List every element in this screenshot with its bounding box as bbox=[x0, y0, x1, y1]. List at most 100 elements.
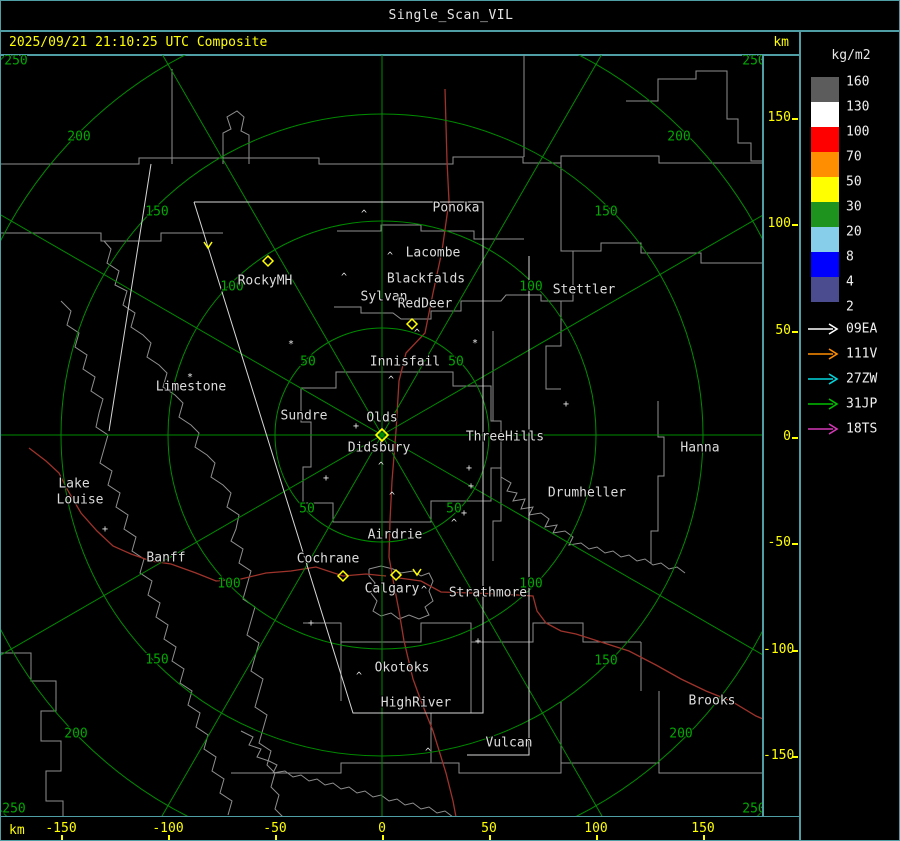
town-marker-plus: + bbox=[475, 636, 481, 647]
town-marker-caret: ^ bbox=[387, 251, 393, 262]
scan-timestamp: 2025/09/21 21:10:25 UTC Composite bbox=[9, 35, 268, 50]
county-boundary-line bbox=[222, 110, 250, 164]
y-axis-tick bbox=[792, 331, 798, 333]
radar-site-dot bbox=[380, 433, 384, 437]
town-marker-caret: ^ bbox=[388, 375, 394, 386]
town-marker-plus: + bbox=[353, 421, 359, 432]
radar-arrow-icon bbox=[808, 398, 839, 410]
y-axis-tick-label: -100 bbox=[763, 642, 795, 657]
town-marker-plus: + bbox=[468, 481, 474, 492]
scale-swatch bbox=[811, 252, 839, 277]
radar-id-label: 27ZW bbox=[846, 371, 878, 387]
y-axis-tick-label: 100 bbox=[767, 216, 791, 231]
ring-distance-label: 150 bbox=[145, 205, 168, 220]
y-axis-tick-label: 50 bbox=[775, 323, 791, 338]
city-label: Calgary bbox=[365, 582, 420, 597]
radar-arrow-icon bbox=[808, 348, 839, 360]
town-marker-plus: + bbox=[323, 473, 329, 484]
city-label: RockyMH bbox=[238, 274, 293, 289]
ring-distance-label: 250 bbox=[742, 55, 764, 69]
x-axis-tick bbox=[275, 835, 277, 840]
storm-cell-marker bbox=[261, 254, 275, 268]
y-axis-tick bbox=[792, 118, 798, 120]
scale-swatch bbox=[811, 152, 839, 177]
radial-spoke bbox=[162, 55, 383, 436]
x-axis-tick bbox=[703, 835, 705, 840]
town-marker-caret: ^ bbox=[451, 518, 457, 529]
scale-value-label: 70 bbox=[846, 149, 862, 165]
x-axis-tick bbox=[168, 835, 170, 840]
ring-distance-label: 150 bbox=[145, 653, 168, 668]
county-boundary-line bbox=[1, 652, 64, 817]
y-axis-unit-label: km bbox=[773, 35, 789, 50]
town-marker-caret: ^ bbox=[361, 209, 367, 220]
city-label: Didsbury bbox=[348, 441, 411, 456]
map-header: 2025/09/21 21:10:25 UTC Composite km bbox=[1, 32, 799, 54]
ring-distance-label: 100 bbox=[217, 577, 240, 592]
scale-value-label: 130 bbox=[846, 99, 870, 115]
county-boundary-line bbox=[626, 70, 763, 162]
city-label: Sundre bbox=[281, 409, 328, 424]
city-label: Lake bbox=[58, 477, 89, 492]
y-axis-tick bbox=[792, 756, 798, 758]
county-boundary-line bbox=[240, 730, 454, 817]
town-marker-asterisk: * bbox=[288, 339, 294, 350]
city-label: Drumheller bbox=[548, 486, 626, 501]
x-axis-tick-label: 0 bbox=[378, 821, 386, 836]
county-boundary-line bbox=[545, 163, 574, 390]
town-marker-plus: + bbox=[102, 524, 108, 535]
y-axis-tick-label: 0 bbox=[783, 429, 791, 444]
ring-distance-label: 100 bbox=[519, 280, 542, 295]
y-axis-tick-label: -50 bbox=[767, 535, 791, 550]
scale-swatch bbox=[811, 202, 839, 227]
title-bar: Single_Scan_VIL bbox=[1, 1, 899, 30]
ring-distance-label: 50 bbox=[299, 502, 315, 517]
radar-arrow-icon bbox=[808, 323, 839, 335]
scale-swatch bbox=[811, 77, 839, 102]
city-label: ThreeHills bbox=[466, 430, 544, 445]
ring-distance-label: 50 bbox=[300, 355, 316, 370]
county-boundary-line bbox=[561, 242, 763, 264]
city-label: Stettler bbox=[553, 283, 616, 298]
x-axis-unit-label: km bbox=[9, 823, 25, 838]
town-marker-plus: + bbox=[308, 618, 314, 629]
x-axis-tick bbox=[596, 835, 598, 840]
ring-distance-label: 250 bbox=[4, 55, 27, 69]
scale-min-label: 2 bbox=[846, 299, 854, 315]
x-axis: km -150 -100 -50 0 50 100 150 bbox=[1, 817, 799, 840]
radar-arrow-icon bbox=[808, 423, 839, 435]
legend-panel: kg/m2 160 130 100 70 50 30 20 8 4 2 09EA 111V 27ZW 3… bbox=[801, 32, 899, 840]
ring-distance-label: 50 bbox=[448, 355, 464, 370]
city-label: Innisfail bbox=[370, 355, 440, 370]
city-label: Lacombe bbox=[406, 246, 461, 261]
county-boundary-line bbox=[492, 331, 502, 561]
legend-units-label: kg/m2 bbox=[831, 48, 871, 63]
scale-value-label: 4 bbox=[846, 274, 854, 290]
window-title: Single_Scan_VIL bbox=[388, 8, 514, 23]
city-label: Ponoka bbox=[433, 201, 480, 216]
ring-distance-label: 250 bbox=[742, 802, 764, 817]
ring-distance-label: 200 bbox=[667, 130, 690, 145]
radial-spoke bbox=[381, 434, 764, 657]
city-label: Hanna bbox=[680, 441, 719, 456]
city-label: Banff bbox=[146, 551, 185, 566]
city-label: Cochrane bbox=[297, 552, 360, 567]
radar-coverage-outline bbox=[467, 256, 530, 756]
radar-id-label: 31JP bbox=[846, 396, 878, 412]
y-axis-tick bbox=[792, 543, 798, 545]
city-label: Limestone bbox=[156, 380, 227, 395]
x-axis-tick-label: -50 bbox=[263, 821, 287, 836]
town-marker-plus: + bbox=[461, 508, 467, 519]
radar-id-label: 09EA bbox=[846, 321, 878, 337]
map-canvas[interactable]: 50 5050 50100 100100 100150 150150 150200 20020… bbox=[1, 55, 764, 817]
ring-distance-label: 200 bbox=[64, 727, 87, 742]
scale-swatch bbox=[811, 227, 839, 252]
city-label: HighRiver bbox=[381, 696, 452, 711]
ring-distance-label: 150 bbox=[594, 654, 617, 669]
city-label: Strathmore bbox=[449, 586, 527, 601]
county-boundary-line bbox=[650, 401, 665, 563]
county-boundary-line bbox=[231, 762, 763, 774]
town-marker-plus: + bbox=[466, 463, 472, 474]
ring-distance-label: 200 bbox=[67, 130, 90, 145]
y-axis-tick bbox=[792, 224, 798, 226]
